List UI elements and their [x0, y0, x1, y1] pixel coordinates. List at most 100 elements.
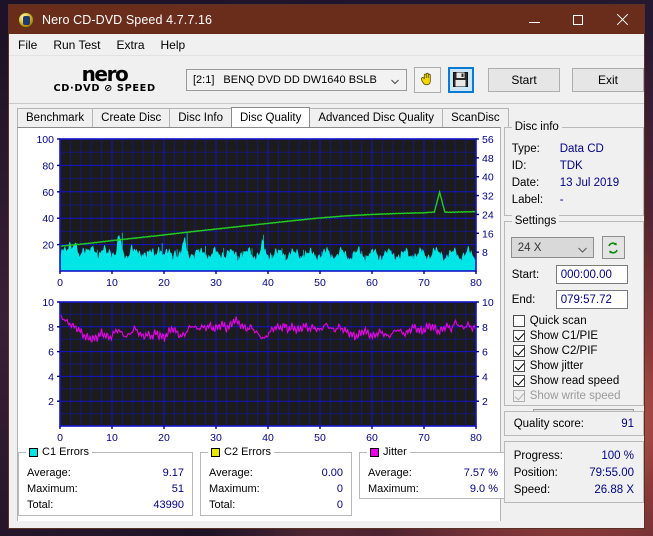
svg-text:60: 60 [366, 432, 378, 444]
c2-errors-title-text: C2 Errors [224, 446, 272, 458]
stat-row: Maximum: 9.0 % [360, 481, 506, 497]
checkbox-label: Show write speed [529, 390, 621, 402]
minimize-button[interactable] [512, 5, 556, 34]
disc-info-group-title: Disc info [511, 121, 562, 133]
close-button[interactable] [600, 5, 644, 34]
tab-scandisc[interactable]: ScanDisc [442, 108, 509, 127]
start-field-label: Start: [511, 268, 540, 281]
svg-text:2: 2 [482, 396, 488, 408]
checkbox-show-c1-pie[interactable]: Show C1/PIE [505, 330, 643, 342]
speed-select[interactable]: 24 X [510, 237, 594, 258]
stat-row: Average: 9.17 [19, 465, 192, 481]
quality-score-label: Quality score: [513, 417, 585, 430]
svg-text:30: 30 [210, 432, 222, 444]
side-panel: Disc info Type: Data CD ID: TDK Date: 13… [503, 121, 644, 524]
checkbox-show-read-speed[interactable]: Show read speed [505, 375, 643, 387]
checkbox-label: Show C2/PIF [529, 345, 598, 357]
jitter-maximum-label: Maximum: [368, 483, 419, 495]
svg-text:56: 56 [482, 134, 494, 146]
svg-text:50: 50 [314, 432, 326, 444]
statistics-row: C1 Errors Average: 9.17 Maximum: 51 Tota… [18, 446, 507, 516]
disc-type-label: Type: [511, 143, 540, 155]
tab-disc-info[interactable]: Disc Info [169, 108, 232, 127]
jitter-maximum-value: 9.0 % [469, 483, 498, 495]
svg-text:40: 40 [482, 172, 494, 184]
checkbox-box [512, 390, 525, 402]
svg-text:20: 20 [158, 277, 170, 288]
checkbox-box [512, 315, 525, 327]
svg-text:8: 8 [482, 322, 488, 334]
jitter-stat-box: Jitter Average: 7.57 % Maximum: 9.0 % [359, 446, 507, 499]
svg-text:50: 50 [314, 277, 326, 288]
tab-disc-quality[interactable]: Disc Quality [231, 107, 311, 127]
start-button[interactable]: Start [488, 67, 560, 92]
checkbox-show-jitter[interactable]: Show jitter [505, 360, 643, 372]
c1-errors-stat-box: C1 Errors Average: 9.17 Maximum: 51 Tota… [18, 446, 193, 516]
maximize-button[interactable] [556, 5, 600, 34]
checkbox-box [512, 360, 525, 372]
drive-selector[interactable]: [2:1] BENQ DVD DD DW1640 BSLB [186, 68, 408, 91]
position-label: Position: [513, 467, 558, 479]
checkbox-show-c2-pif[interactable]: Show C2/PIF [505, 345, 643, 357]
c1-errors-chart: 20 40 60 80 100 8 16 24 32 40 48 56 0 10 20 30 40 50 60 70 8… [18, 131, 507, 289]
c2-maximum-value: 0 [336, 483, 343, 495]
end-field-row: End: 079:57.72 [505, 290, 643, 309]
menu-item-file[interactable]: File [18, 38, 37, 52]
tab-content-disc-quality: 20 40 60 80 100 8 16 24 32 40 48 56 0 10 20 30 40 50 60 70 8… [9, 121, 644, 524]
svg-text:4: 4 [48, 371, 54, 383]
c1-average-value: 9.17 [162, 467, 184, 479]
quality-score-value: 91 [621, 417, 634, 430]
c1-errors-title: C1 Errors [26, 446, 93, 458]
exit-button[interactable]: Exit [572, 67, 644, 92]
tab-advanced-disc-quality[interactable]: Advanced Disc Quality [309, 108, 444, 127]
svg-text:80: 80 [42, 160, 54, 172]
jitter-title: Jitter [367, 446, 410, 458]
tab-create-disc[interactable]: Create Disc [92, 108, 171, 127]
disc-date-label: Date: [511, 177, 540, 189]
tab-benchmark[interactable]: Benchmark [17, 108, 94, 127]
svg-text:10: 10 [106, 277, 118, 288]
checkbox-quick-scan[interactable]: Quick scan [505, 315, 643, 327]
disc-date-value: 13 Jul 2019 [559, 177, 620, 189]
svg-text:0: 0 [57, 277, 63, 288]
checkbox-label: Show C1/PIE [529, 330, 599, 342]
checkbox-box [512, 375, 525, 387]
c1-maximum-value: 51 [171, 483, 184, 495]
stat-row: Total: 0 [201, 497, 351, 513]
refresh-button[interactable] [601, 236, 625, 259]
disc-id-label: ID: [511, 160, 527, 172]
svg-text:24: 24 [482, 209, 494, 221]
svg-text:80: 80 [470, 277, 482, 288]
stat-row: Average: 7.57 % [360, 465, 506, 481]
menu-item-extra[interactable]: Extra [116, 38, 144, 52]
c2-total-label: Total: [209, 499, 236, 511]
c1-errors-chart-svg: 20 40 60 80 100 8 16 24 32 40 48 56 0 10 20 30 40 50 60 70 8… [36, 134, 494, 289]
jitter-title-text: Jitter [383, 446, 407, 458]
svg-text:48: 48 [482, 153, 494, 165]
c1-total-value: 43990 [153, 499, 184, 511]
menu-item-help[interactable]: Help [161, 38, 186, 52]
settings-group: Settings 24 X Start: 000:00.00 End: 079:… [503, 215, 644, 429]
application-window: Nero CD-DVD Speed 4.7.7.16 File Run Test… [8, 4, 645, 529]
c2-errors-stat-box: C2 Errors Average: 0.00 Maximum: 0 Total… [200, 446, 352, 516]
start-input[interactable]: 000:00.00 [555, 265, 628, 284]
menu-bar: File Run Test Extra Help [9, 34, 644, 56]
svg-text:2: 2 [48, 396, 54, 408]
floppy-disk-save-button[interactable] [447, 66, 474, 93]
quality-score-group: Quality score: 91 [503, 411, 644, 436]
c1-errors-title-text: C1 Errors [42, 446, 90, 458]
hand-icon-button[interactable] [414, 66, 441, 93]
logo-wordmark: nero [81, 61, 129, 86]
c2-errors-color-swatch [211, 447, 220, 457]
disc-info-row-label: Label: - [505, 192, 643, 209]
menu-item-run-test[interactable]: Run Test [53, 38, 100, 52]
start-field-row: Start: 000:00.00 [505, 265, 643, 284]
svg-text:10: 10 [106, 432, 118, 444]
svg-text:40: 40 [262, 432, 274, 444]
svg-text:4: 4 [482, 371, 488, 383]
settings-group-title: Settings [511, 215, 560, 227]
stat-row: Average: 0.00 [201, 465, 351, 481]
svg-text:60: 60 [366, 277, 378, 288]
end-input[interactable]: 079:57.72 [555, 290, 628, 309]
svg-text:40: 40 [42, 213, 54, 225]
